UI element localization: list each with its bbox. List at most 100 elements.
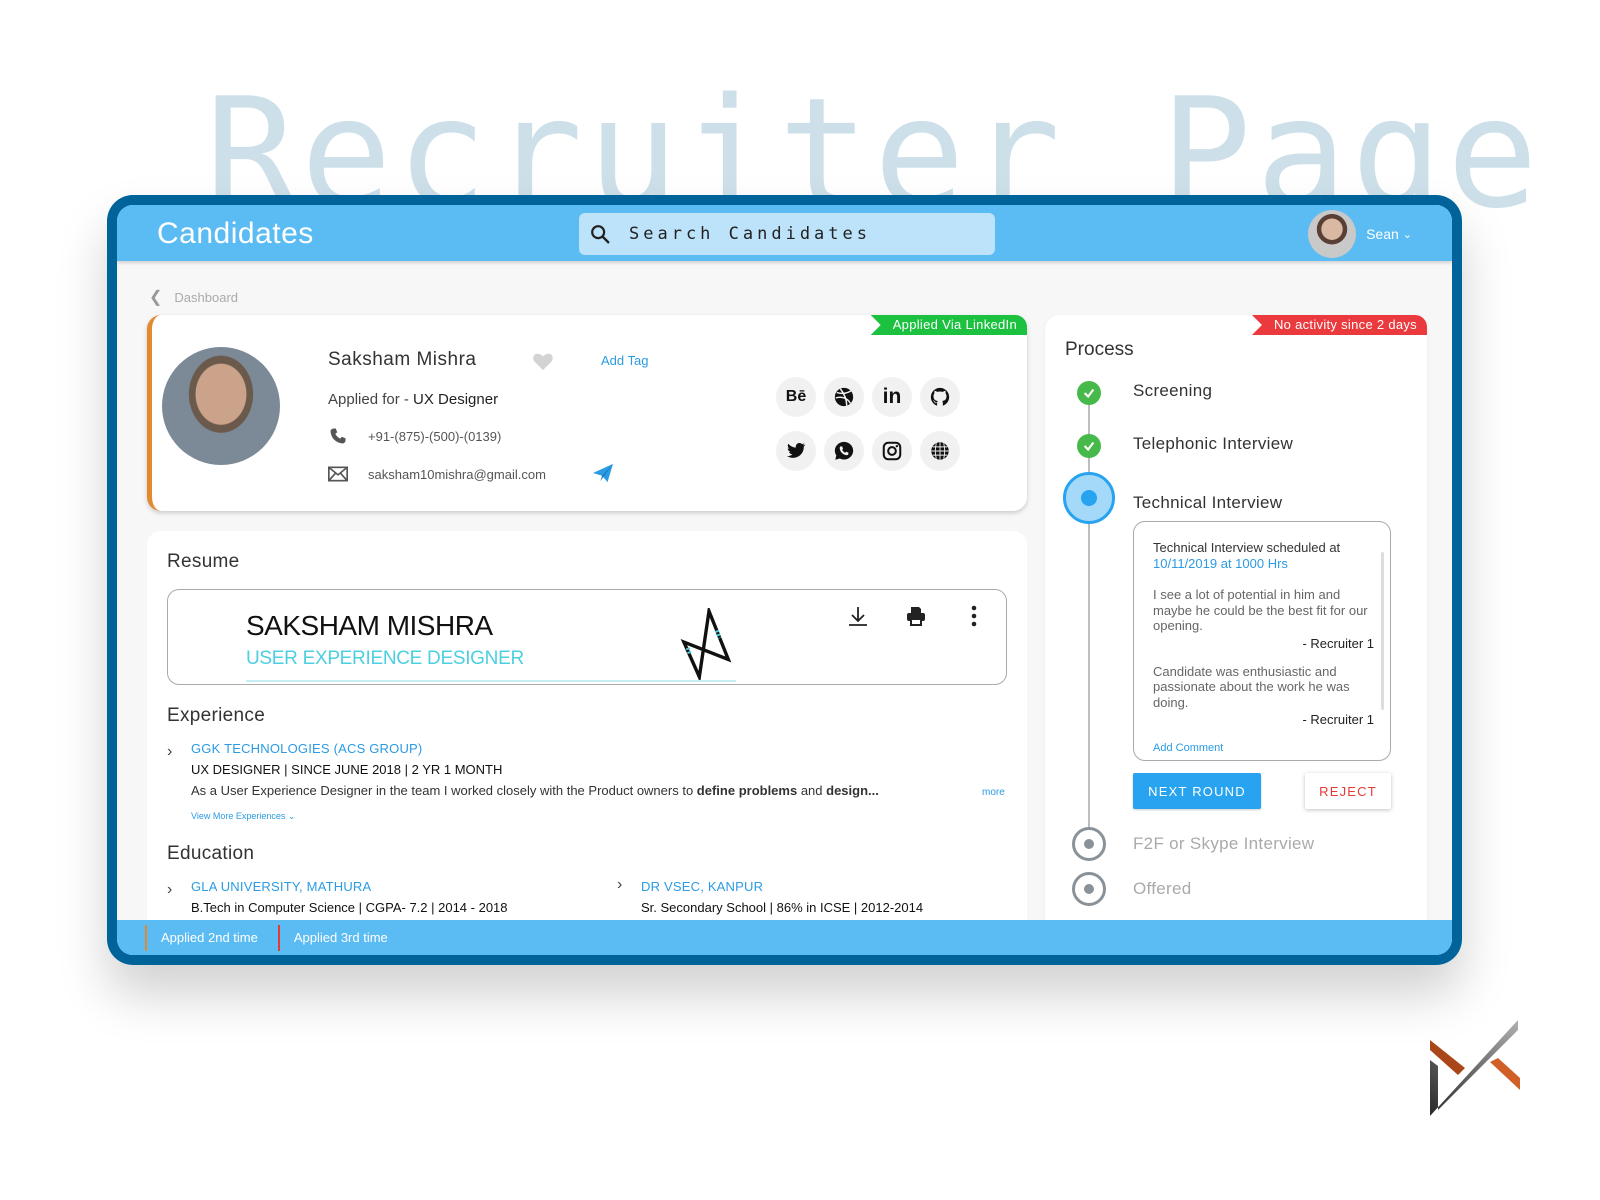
twitter-icon [786, 443, 806, 458]
search-bar[interactable] [579, 213, 995, 255]
pending-dot [1084, 839, 1094, 849]
view-more-experiences-link[interactable]: View More Experiences ⌄ [191, 811, 295, 822]
send-email-icon[interactable] [592, 463, 614, 483]
mail-icon [328, 466, 348, 482]
comment-text: I see a lot of potential in him and mayb… [1153, 587, 1368, 634]
add-comment-link[interactable]: Add Comment [1153, 742, 1374, 755]
chevron-down-icon: ⌄ [1402, 228, 1412, 241]
resume-title: Resume [167, 551, 240, 572]
experience-item: › GGK TECHNOLOGIES (ACS GROUP) UX DESIGN… [167, 741, 1007, 821]
step-pending-icon [1072, 872, 1106, 906]
twitter-link[interactable] [776, 431, 816, 471]
process-title: Process [1065, 339, 1134, 360]
search-icon [591, 225, 610, 244]
whatsapp-link[interactable] [824, 431, 864, 471]
globe-icon [931, 442, 949, 460]
schedule-date[interactable]: 10/11/2019 at 1000 Hrs [1153, 556, 1374, 572]
view-more-label: View More Experiences [191, 811, 286, 821]
candidate-profile-card: Applied Via LinkedIn Saksham Mishra Add … [147, 315, 1027, 511]
resume-card: Resume SAKSHAM MISHRA USER EXPERIENCE DE… [147, 531, 1027, 951]
more-link[interactable]: more [982, 787, 1005, 798]
resume-actions [846, 604, 986, 628]
experience-company[interactable]: GGK TECHNOLOGIES (ACS GROUP) [191, 741, 422, 756]
next-round-button[interactable]: NEXT ROUND [1133, 773, 1261, 809]
desc-bold: design... [826, 783, 879, 798]
candidate-name: Saksham Mishra [328, 349, 477, 370]
comments-scrollbar[interactable] [1381, 552, 1384, 710]
app-screen: Candidates Sean ⌄ ❮ Dashboard Applied Vi… [117, 205, 1452, 955]
chevron-right-icon[interactable]: › [167, 743, 172, 761]
chevron-right-icon[interactable]: › [167, 881, 172, 899]
brand-logo-icon [1430, 1020, 1520, 1116]
website-link[interactable] [920, 431, 960, 471]
instagram-link[interactable] [872, 431, 912, 471]
add-tag-link[interactable]: Add Tag [601, 353, 648, 368]
user-avatar[interactable] [1308, 210, 1357, 258]
check-icon [1083, 441, 1095, 452]
footer-tab-applied-3rd[interactable]: Applied 3rd time [277, 924, 388, 951]
experience-description: As a User Experience Designer in the tea… [191, 783, 879, 798]
behance-link[interactable]: Bē [776, 377, 816, 417]
step-f2f-interview: F2F or Skype Interview [1133, 834, 1315, 853]
process-card: No activity since 2 days Process Screeni… [1045, 315, 1427, 955]
resume-preview-name: SAKSHAM MISHRA [246, 610, 493, 641]
reject-button[interactable]: REJECT [1305, 773, 1391, 809]
phone-icon [330, 428, 346, 444]
dribbble-link[interactable] [824, 377, 864, 417]
instagram-icon [882, 441, 902, 461]
footer-tab-applied-2nd[interactable]: Applied 2nd time [145, 924, 258, 951]
education-school[interactable]: GLA UNIVERSITY, MATHURA [191, 879, 371, 894]
step-pending-icon [1072, 827, 1106, 861]
applied-for-label: Applied for - [328, 391, 414, 408]
resume-logo-icon [680, 608, 732, 680]
step-technical-interview: Technical Interview [1133, 493, 1283, 512]
active-dot [1081, 490, 1097, 506]
chevron-right-icon[interactable]: › [617, 876, 622, 894]
top-header: Candidates Sean ⌄ [117, 205, 1452, 261]
resume-preview[interactable]: SAKSHAM MISHRA USER EXPERIENCE DESIGNER [167, 589, 1007, 685]
candidate-photo [162, 347, 280, 465]
dribbble-icon [834, 387, 854, 407]
timeline-line [1088, 505, 1090, 850]
email-row: saksham10mishra@gmail.com [328, 465, 546, 483]
step-telephonic-interview: Telephonic Interview [1133, 434, 1294, 453]
comments-box: Technical Interview scheduled at 10/11/2… [1133, 521, 1391, 761]
education-title: Education [167, 843, 255, 864]
chevron-left-icon: ❮ [149, 289, 163, 306]
education-item: › GLA UNIVERSITY, MATHURA B.Tech in Comp… [167, 879, 567, 919]
education-detail: Sr. Secondary School | 86% in ICSE | 201… [641, 900, 924, 915]
applied-for: Applied for - UX Designer [328, 391, 498, 408]
desc-text: and [797, 783, 827, 798]
comment-author: - Recruiter 1 [1302, 635, 1374, 651]
device-frame: Candidates Sean ⌄ ❮ Dashboard Applied Vi… [107, 195, 1462, 965]
step-done-icon [1077, 434, 1101, 458]
phone-number[interactable]: +91-(875)-(500)-(0139) [368, 429, 501, 444]
education-detail: B.Tech in Computer Science | CGPA- 7.2 |… [191, 900, 508, 915]
user-menu[interactable]: Sean ⌄ [1308, 210, 1412, 258]
app-title: Candidates [157, 217, 314, 250]
search-input[interactable] [629, 224, 969, 244]
github-link[interactable] [920, 377, 960, 417]
breadcrumb[interactable]: ❮ Dashboard [149, 287, 238, 307]
education-school[interactable]: DR VSEC, KANPUR [641, 879, 763, 894]
behance-icon: Bē [785, 388, 807, 405]
heart-icon[interactable] [532, 351, 554, 371]
chevron-down-icon: ⌄ [287, 811, 296, 821]
phone-row: +91-(875)-(500)-(0139) [328, 427, 501, 445]
step-done-icon [1077, 381, 1101, 405]
step-offered: Offered [1133, 879, 1192, 898]
print-icon[interactable] [904, 604, 928, 628]
resume-preview-role: USER EXPERIENCE DESIGNER [246, 648, 524, 669]
more-options-icon[interactable] [962, 604, 986, 628]
breadcrumb-dashboard[interactable]: Dashboard [174, 290, 238, 305]
footer-bar: Applied 2nd time Applied 3rd time [117, 920, 1452, 955]
linkedin-link[interactable]: in [872, 377, 912, 417]
education-item: › DR VSEC, KANPUR Sr. Secondary School |… [617, 876, 1017, 919]
step-screening: Screening [1133, 381, 1213, 400]
download-icon[interactable] [846, 604, 870, 628]
github-icon [930, 387, 950, 406]
desc-bold: define problems [696, 783, 798, 798]
resume-divider [246, 680, 736, 682]
applied-role: UX Designer [413, 391, 499, 408]
email-address[interactable]: saksham10mishra@gmail.com [368, 467, 546, 482]
